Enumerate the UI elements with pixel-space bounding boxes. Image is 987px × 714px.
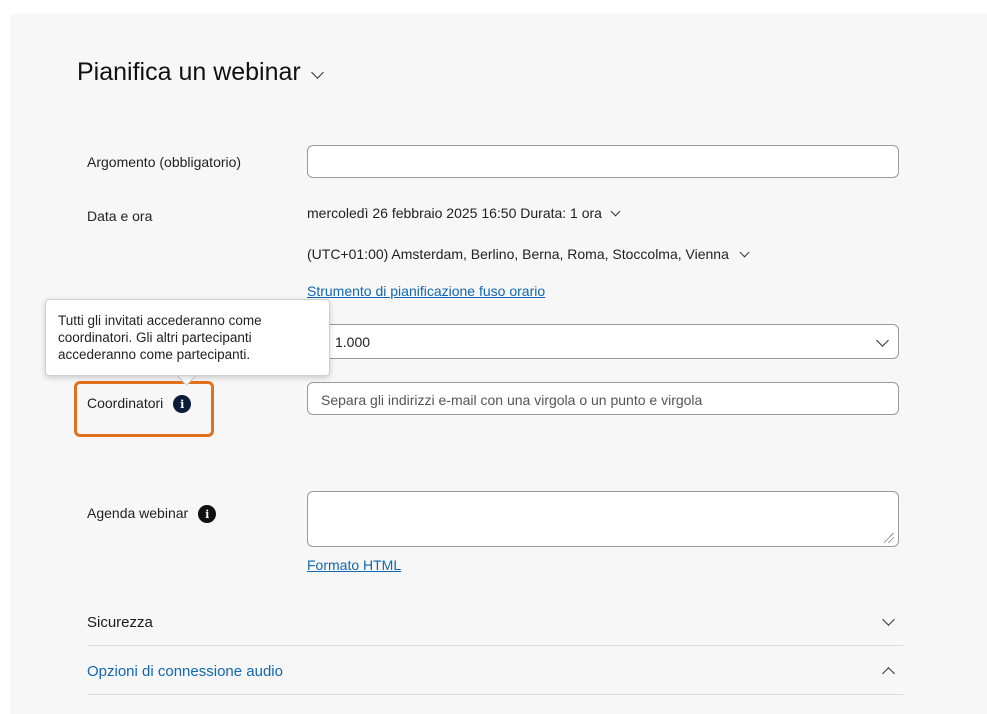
attendees-value: 1.000 [335, 334, 371, 350]
agenda-textarea[interactable] [307, 491, 899, 547]
cohosts-tooltip: Tutti gli invitati accederanno come coor… [45, 299, 330, 376]
page-header[interactable]: Pianifica un webinar [77, 58, 324, 87]
chevron-down-icon [882, 612, 895, 626]
timezone-dropdown[interactable]: (UTC+01:00) Amsterdam, Berlino, Berna, R… [307, 246, 750, 262]
agenda-label-group: Agenda webinar i [87, 503, 217, 523]
tooltip-line: accederanno come partecipanti. [58, 347, 251, 362]
datetime-label: Data e ora [87, 208, 153, 224]
timezone-value: (UTC+01:00) Amsterdam, Berlino, Berna, R… [307, 246, 729, 262]
datetime-dropdown[interactable]: mercoledì 26 febbraio 2025 16:50 Durata:… [307, 205, 621, 221]
resize-handle-icon[interactable] [884, 533, 894, 543]
chevron-down-icon [739, 247, 750, 257]
info-icon[interactable]: i [198, 505, 217, 523]
topic-input[interactable] [307, 145, 899, 178]
chevron-up-icon [882, 666, 895, 680]
section-security[interactable]: Sicurezza [87, 598, 903, 646]
cohosts-label-group: Coordinatori i [87, 393, 192, 413]
attendees-select[interactable] [307, 324, 899, 359]
agenda-label: Agenda webinar [87, 505, 189, 521]
html-format-link[interactable]: Formato HTML [307, 557, 401, 573]
chevron-down-icon[interactable] [310, 66, 324, 79]
section-audio[interactable]: Opzioni di connessione audio [87, 647, 903, 695]
timezone-tool-link[interactable]: Strumento di pianificazione fuso orario [307, 283, 545, 299]
section-security-label: Sicurezza [87, 613, 153, 631]
datetime-value: mercoledì 26 febbraio 2025 16:50 Durata:… [307, 205, 602, 221]
tooltip-line: Tutti gli invitati accederanno come [58, 313, 262, 328]
info-icon[interactable]: i [173, 395, 192, 413]
divider [87, 694, 903, 695]
cohosts-label: Coordinatori [87, 395, 164, 411]
divider [87, 645, 903, 646]
topic-label: Argomento (obbligatorio) [87, 154, 242, 170]
cohosts-placeholder: Separa gli indirizzi e-mail con una virg… [321, 392, 703, 408]
page-title: Pianifica un webinar [77, 58, 301, 86]
tooltip-line: coordinatori. Gli altri partecipanti [58, 330, 252, 345]
section-audio-label: Opzioni di connessione audio [87, 662, 283, 680]
chevron-down-icon [610, 206, 621, 216]
